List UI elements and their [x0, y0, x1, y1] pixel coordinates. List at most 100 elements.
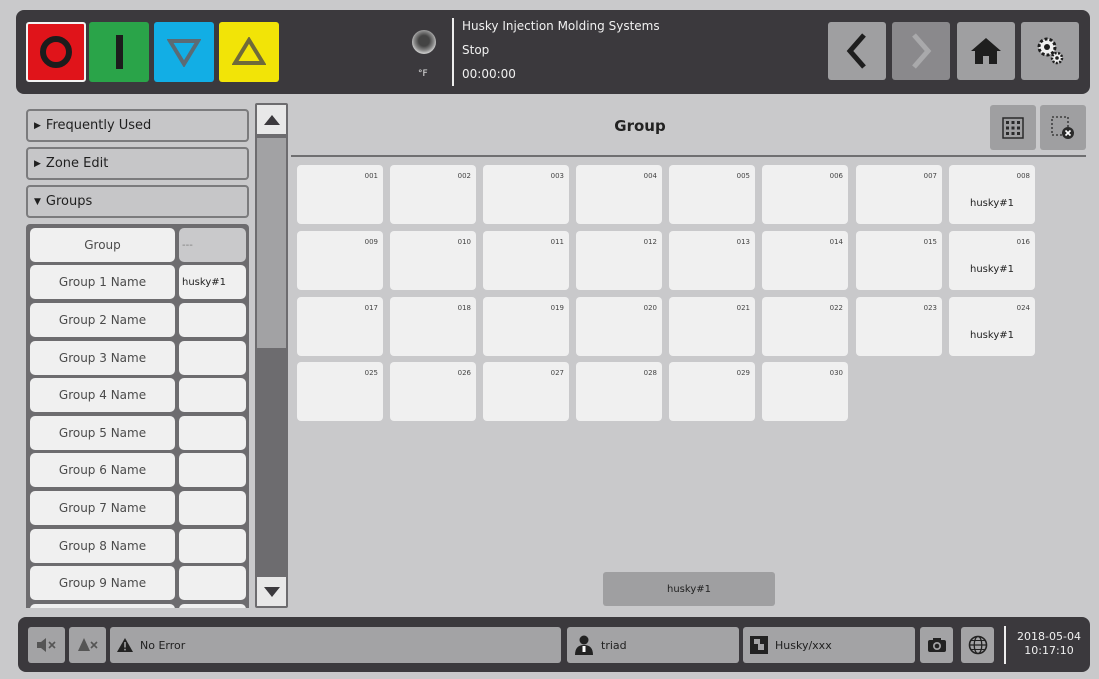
zone-tile[interactable]: 028: [576, 362, 662, 421]
settings-button[interactable]: [1021, 22, 1079, 80]
boost-up-button[interactable]: [219, 22, 279, 82]
zone-tile[interactable]: 025: [297, 362, 383, 421]
group-value-field[interactable]: [179, 378, 246, 412]
top-bar: °F Husky Injection Molding Systems Stop …: [16, 10, 1090, 94]
zone-tile[interactable]: 013: [669, 231, 755, 290]
group-name-button[interactable]: Group 3 Name: [30, 341, 175, 375]
zone-tile[interactable]: 001: [297, 165, 383, 224]
alarm-clear-icon: [77, 638, 98, 651]
group-name-button[interactable]: Group 6 Name: [30, 453, 175, 487]
zone-tile[interactable]: 012: [576, 231, 662, 290]
zone-tile[interactable]: 030: [762, 362, 848, 421]
group-value-field[interactable]: husky#1: [179, 265, 246, 299]
group-name-button[interactable]: Group 1 Name: [30, 265, 175, 299]
zone-number: 005: [736, 172, 750, 180]
scroll-thumb[interactable]: [257, 138, 286, 348]
group-name-button[interactable]: Group 8 Name: [30, 529, 175, 563]
group-value-field[interactable]: [179, 604, 246, 608]
zone-tile[interactable]: 026: [390, 362, 476, 421]
user-icon: [573, 634, 595, 656]
clock: 2018-05-04 10:17:10: [1010, 630, 1088, 658]
mute-button[interactable]: [28, 627, 65, 663]
language-button[interactable]: [961, 627, 994, 663]
sidebar: ▶ Frequently Used ▶ Zone Edit ▼ Groups G…: [22, 103, 250, 608]
group-name-button[interactable]: Group 9 Name: [30, 566, 175, 600]
group-value-field[interactable]: [179, 453, 246, 487]
zone-tile[interactable]: 016 husky#1: [949, 231, 1035, 290]
machine-off-button[interactable]: [26, 22, 86, 82]
zone-tile[interactable]: 010: [390, 231, 476, 290]
triangle-down-icon: [167, 39, 201, 67]
groups-list: Group --- Group 1 Name husky#1 Group 2 N…: [26, 224, 249, 608]
section-zone-edit[interactable]: ▶ Zone Edit: [26, 147, 249, 180]
zone-group-label: husky#1: [970, 264, 1014, 275]
alarm-reset-button[interactable]: [69, 627, 106, 663]
zone-number: 009: [364, 238, 378, 246]
machine-on-button[interactable]: [89, 22, 149, 82]
zone-tile[interactable]: 004: [576, 165, 662, 224]
time-text: 10:17:10: [1024, 644, 1074, 657]
zone-tile[interactable]: 011: [483, 231, 569, 290]
group-value-field[interactable]: [179, 491, 246, 525]
forward-button[interactable]: [892, 22, 950, 80]
scroll-up-button[interactable]: [257, 105, 286, 134]
user-button[interactable]: triad: [567, 627, 739, 663]
section-label: Groups: [45, 194, 93, 209]
zone-number: 003: [550, 172, 564, 180]
mold-button[interactable]: Husky/xxx: [743, 627, 915, 663]
zone-tile[interactable]: 023: [856, 297, 942, 356]
group-row: Group 1 Name husky#1: [30, 265, 246, 299]
zone-tile[interactable]: 009: [297, 231, 383, 290]
group-value-field[interactable]: [179, 341, 246, 375]
zone-tile[interactable]: 021: [669, 297, 755, 356]
group-value-field[interactable]: [179, 566, 246, 600]
zone-tile[interactable]: 006: [762, 165, 848, 224]
zone-number: 010: [457, 238, 471, 246]
back-button[interactable]: [828, 22, 886, 80]
zone-tile[interactable]: 020: [576, 297, 662, 356]
zone-tile[interactable]: 019: [483, 297, 569, 356]
group-value-field[interactable]: [179, 303, 246, 337]
group-name-button[interactable]: Group 7 Name: [30, 491, 175, 525]
selected-group-button[interactable]: husky#1: [603, 572, 775, 606]
zone-tile[interactable]: 018: [390, 297, 476, 356]
zone-tile[interactable]: 027: [483, 362, 569, 421]
zone-tile[interactable]: 024 husky#1: [949, 297, 1035, 356]
group-name-button[interactable]: Group 5 Name: [30, 416, 175, 450]
zone-number: 012: [643, 238, 657, 246]
chevron-left-icon: [846, 33, 866, 69]
section-frequently-used[interactable]: ▶ Frequently Used: [26, 109, 249, 142]
zone-number: 008: [1016, 172, 1030, 180]
screenshot-button[interactable]: [920, 627, 953, 663]
zone-tile[interactable]: 005: [669, 165, 755, 224]
standby-down-button[interactable]: [154, 22, 214, 82]
section-groups[interactable]: ▼ Groups: [26, 185, 249, 218]
home-button[interactable]: [957, 22, 1015, 80]
zone-number: 017: [364, 304, 378, 312]
zone-number: 011: [550, 238, 564, 246]
error-status-button[interactable]: No Error: [110, 627, 561, 663]
group-value-field[interactable]: [179, 416, 246, 450]
zone-tile[interactable]: 014: [762, 231, 848, 290]
zone-number: 023: [923, 304, 937, 312]
zone-number: 027: [550, 369, 564, 377]
zone-tile[interactable]: 015: [856, 231, 942, 290]
group-name-button[interactable]: Group 2 Name: [30, 303, 175, 337]
zone-tile[interactable]: 003: [483, 165, 569, 224]
zone-tile[interactable]: 007: [856, 165, 942, 224]
zone-tile[interactable]: 022: [762, 297, 848, 356]
sidebar-scrollbar[interactable]: [255, 103, 288, 608]
grid-view-button[interactable]: [990, 105, 1036, 150]
section-label: Zone Edit: [45, 156, 109, 171]
zone-tile[interactable]: 017: [297, 297, 383, 356]
mold-icon: [749, 635, 769, 655]
group-name-button[interactable]: Group 4 Name: [30, 378, 175, 412]
group-name-button[interactable]: [30, 604, 175, 608]
scroll-down-button[interactable]: [257, 577, 286, 606]
group-value-field[interactable]: [179, 529, 246, 563]
zone-tile[interactable]: 002: [390, 165, 476, 224]
group-row: Group 5 Name: [30, 416, 246, 450]
clear-selection-button[interactable]: [1040, 105, 1086, 150]
zone-tile[interactable]: 029: [669, 362, 755, 421]
zone-tile[interactable]: 008 husky#1: [949, 165, 1035, 224]
